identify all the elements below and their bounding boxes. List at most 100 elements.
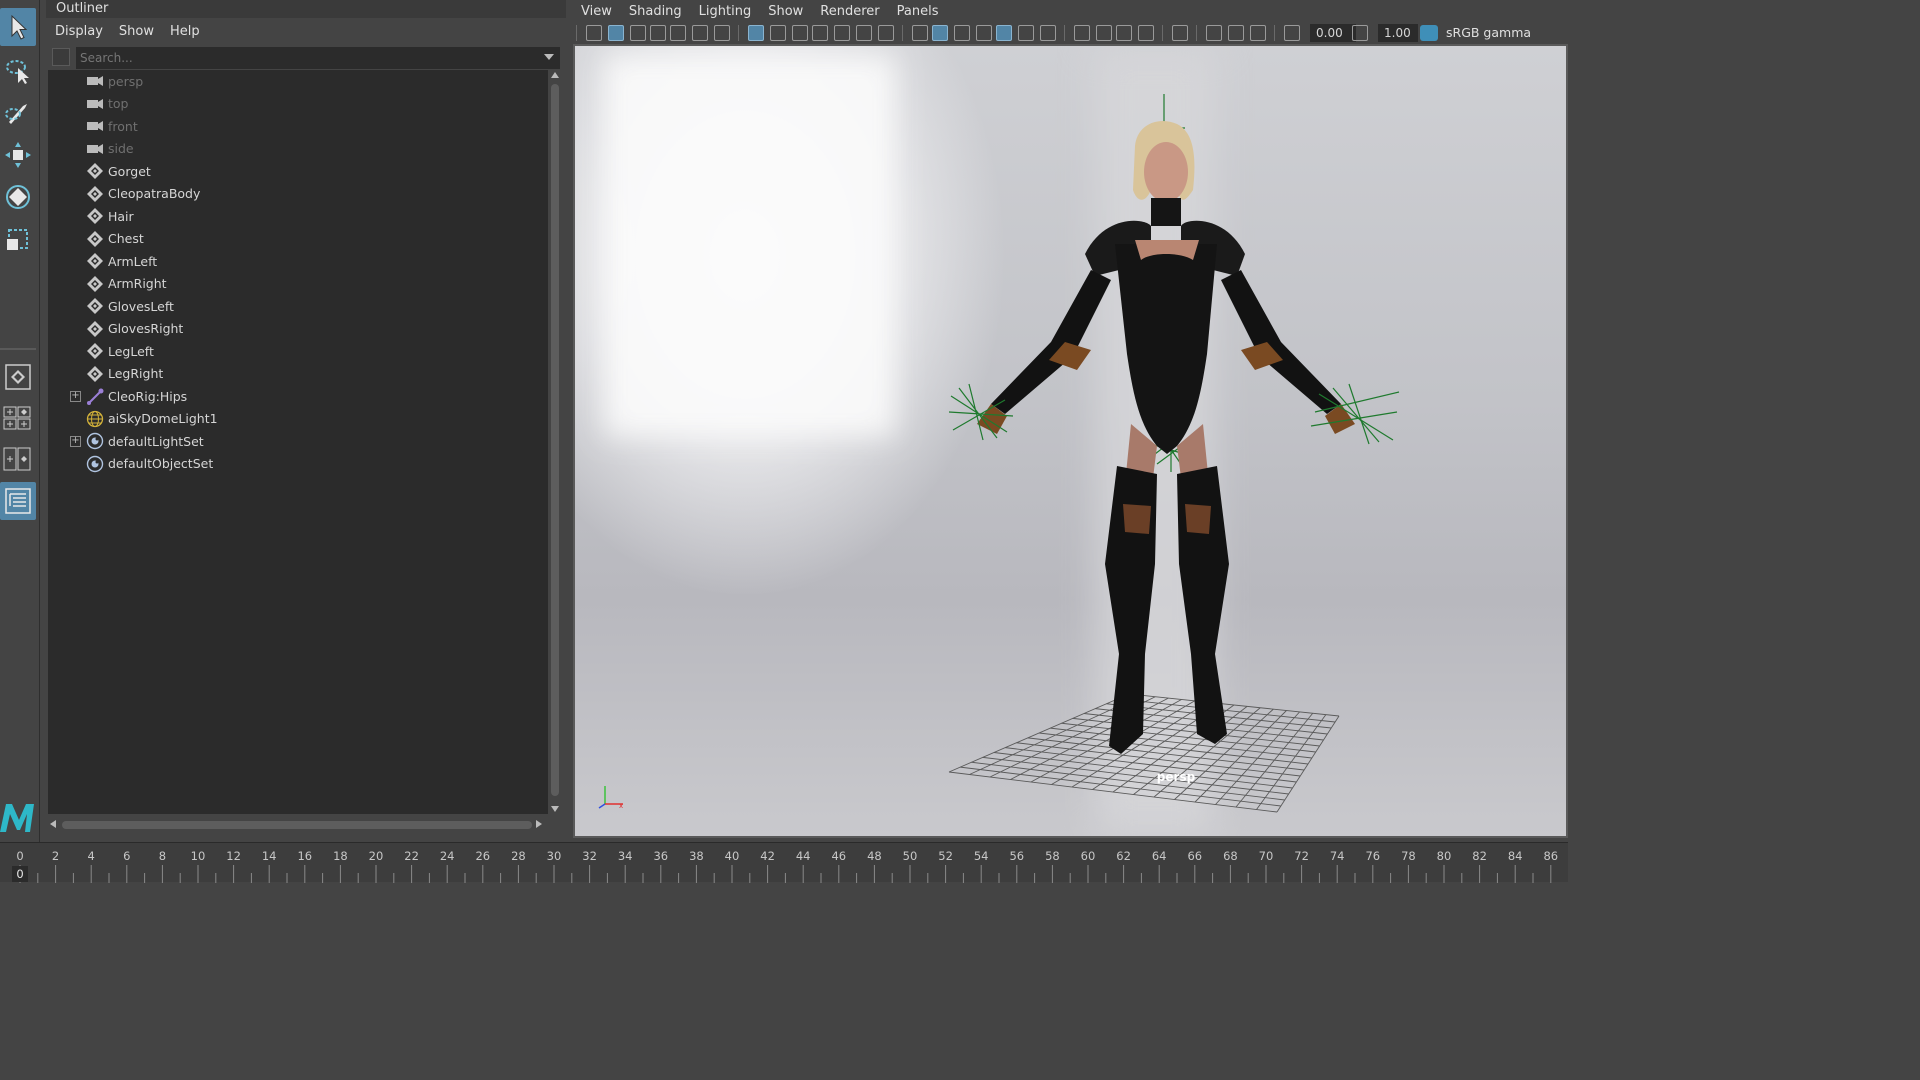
time-slider[interactable]: 0 2 4 6 8 10 12 14 16 18 20 22 24 26 28 30 32 34 36 38 40 42 4… xyxy=(0,842,1568,883)
color-space-label[interactable]: sRGB gamma xyxy=(1446,25,1531,40)
outliner-item[interactable]: GlovesRight xyxy=(48,318,548,340)
outliner-tab[interactable]: Outliner xyxy=(46,0,146,18)
shadows-icon[interactable] xyxy=(1040,25,1056,41)
vertical-scrollbar[interactable] xyxy=(548,70,562,814)
field-chart-icon[interactable] xyxy=(834,25,850,41)
exposure-field[interactable]: 0.00 xyxy=(1310,24,1356,42)
scroll-down-icon[interactable] xyxy=(551,806,559,812)
menu-help[interactable]: Help xyxy=(170,24,200,39)
mesh-icon xyxy=(86,207,104,225)
xray-active-icon[interactable] xyxy=(1228,25,1244,41)
textured-icon[interactable] xyxy=(996,25,1012,41)
color-management-icon[interactable] xyxy=(1420,25,1438,41)
safe-action-icon[interactable] xyxy=(856,25,872,41)
smooth-shade-icon[interactable] xyxy=(932,25,948,41)
film-gate-icon[interactable] xyxy=(770,25,786,41)
single-view-icon[interactable] xyxy=(0,358,36,396)
scrollbar-thumb[interactable] xyxy=(551,84,559,796)
outliner-item-label: aiSkyDomeLight1 xyxy=(108,411,218,426)
menu-show[interactable]: Show xyxy=(119,24,154,39)
menu-show[interactable]: Show xyxy=(768,4,803,19)
chevron-down-icon[interactable] xyxy=(544,54,554,60)
default-material-icon[interactable] xyxy=(954,25,970,41)
paint-select-tool-icon[interactable] xyxy=(0,94,36,132)
xray-icon[interactable] xyxy=(1206,25,1222,41)
menu-display[interactable]: Display xyxy=(55,24,103,39)
anti-aliasing-icon[interactable] xyxy=(1116,25,1132,41)
gate-mask-icon[interactable] xyxy=(812,25,828,41)
outliner-item[interactable]: defaultObjectSet xyxy=(48,453,548,475)
two-view-layout-icon[interactable] xyxy=(0,440,36,478)
isolate-select-icon[interactable] xyxy=(1172,25,1188,41)
grid-icon[interactable] xyxy=(748,25,764,41)
search-input[interactable] xyxy=(76,47,560,69)
svg-text:x: x xyxy=(619,802,623,810)
outliner-item[interactable]: side xyxy=(48,138,548,160)
rotate-tool-icon[interactable] xyxy=(0,178,36,216)
outliner-item[interactable]: Chest xyxy=(48,228,548,250)
xray-joints-icon[interactable] xyxy=(1250,25,1266,41)
outliner-item[interactable]: ArmRight xyxy=(48,273,548,295)
exposure-icon[interactable] xyxy=(1284,25,1300,41)
outliner-item[interactable]: Gorget xyxy=(48,160,548,182)
outliner-item-label: side xyxy=(108,141,134,156)
outliner-item[interactable]: LegLeft xyxy=(48,340,548,362)
safe-title-icon[interactable] xyxy=(878,25,894,41)
current-frame-indicator[interactable]: 0 xyxy=(12,866,28,882)
gamma-icon[interactable] xyxy=(1352,25,1368,41)
frame-tick-label: 70 xyxy=(1258,849,1274,863)
outliner-item[interactable]: front xyxy=(48,115,548,137)
resolution-gate-icon[interactable] xyxy=(792,25,808,41)
outliner-item[interactable]: LegRight xyxy=(48,363,548,385)
motion-blur-icon[interactable] xyxy=(1096,25,1112,41)
wireframe-icon[interactable] xyxy=(912,25,928,41)
menu-lighting[interactable]: Lighting xyxy=(699,4,752,19)
outliner-item-label: CleopatraBody xyxy=(108,186,201,201)
outliner-item[interactable]: Hair xyxy=(48,205,548,227)
outliner-item[interactable]: + CleoRig:Hips xyxy=(48,385,548,407)
outliner-item-label: ArmRight xyxy=(108,276,167,291)
2d-pan-zoom-icon[interactable] xyxy=(670,25,686,41)
outliner-item[interactable]: top xyxy=(48,93,548,115)
outliner-item[interactable]: + defaultLightSet xyxy=(48,430,548,452)
four-view-layout-icon[interactable] xyxy=(0,398,36,436)
use-all-lights-icon[interactable] xyxy=(1018,25,1034,41)
outliner-item[interactable]: ArmLeft xyxy=(48,250,548,272)
menu-panels[interactable]: Panels xyxy=(897,4,939,19)
gamma-field[interactable]: 1.00 xyxy=(1378,24,1418,42)
grease-pencil-toggle-icon[interactable] xyxy=(714,25,730,41)
depth-of-field-icon[interactable] xyxy=(1138,25,1154,41)
scroll-left-icon[interactable] xyxy=(50,820,56,828)
menu-view[interactable]: View xyxy=(581,4,612,19)
move-tool-icon[interactable] xyxy=(0,136,36,174)
menu-renderer[interactable]: Renderer xyxy=(820,4,879,19)
mesh-icon xyxy=(86,252,104,270)
bookmark-icon[interactable] xyxy=(630,25,646,41)
outliner-item[interactable]: GlovesLeft xyxy=(48,295,548,317)
wireframe-on-shaded-icon[interactable] xyxy=(976,25,992,41)
lasso-tool-icon[interactable] xyxy=(0,52,36,90)
select-camera-icon[interactable] xyxy=(586,25,602,41)
scroll-up-icon[interactable] xyxy=(551,72,559,78)
camera-attributes-icon[interactable] xyxy=(608,25,624,41)
outliner-layout-icon[interactable] xyxy=(0,482,36,520)
grease-pencil-icon[interactable] xyxy=(692,25,708,41)
menu-shading[interactable]: Shading xyxy=(629,4,682,19)
mesh-icon xyxy=(86,185,104,203)
expand-icon[interactable]: + xyxy=(70,390,81,402)
image-plane-icon[interactable] xyxy=(650,25,666,41)
outliner-item[interactable]: persp xyxy=(48,70,548,92)
outliner-item[interactable]: aiSkyDomeLight1 xyxy=(48,408,548,430)
frame-tick-label: 20 xyxy=(368,849,384,863)
filter-icon[interactable] xyxy=(52,48,70,66)
select-tool-icon[interactable] xyxy=(0,8,36,46)
outliner-item[interactable]: CleopatraBody xyxy=(48,183,548,205)
expand-icon[interactable]: + xyxy=(70,435,81,447)
3d-viewport[interactable]: x xyxy=(575,46,1568,836)
screen-space-ao-icon[interactable] xyxy=(1074,25,1090,41)
scale-tool-icon[interactable] xyxy=(0,220,36,258)
horizontal-scrollbar[interactable] xyxy=(48,816,548,834)
scroll-right-icon[interactable] xyxy=(536,820,542,828)
frame-tick-label: 14 xyxy=(261,849,277,863)
scrollbar-thumb[interactable] xyxy=(62,821,532,829)
